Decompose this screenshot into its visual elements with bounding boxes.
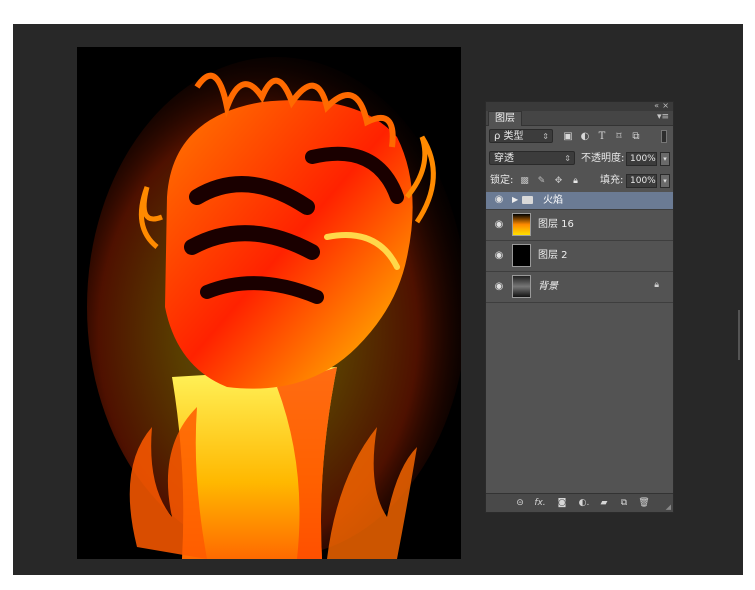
pixel-layer-filter-icon[interactable]: ▣ [562,131,574,143]
layer-thumbnail [512,275,531,298]
shape-layer-filter-icon[interactable]: ⌑ [613,131,625,143]
filter-row: ρ 类型 ⇕ ▣ ◐ T ⌑ ⧉ [486,128,673,146]
dropdown-arrow-icon: ⇕ [542,132,549,141]
tab-layers[interactable]: 图层 [488,111,522,126]
layer-row[interactable]: ◉ 背景 🔒︎ [486,272,673,303]
flaming-fist-artwork [77,47,461,559]
panel-footer: ⊝ fx. ◙ ◐. ▰ ⧉ 🗑︎ ◢ [486,493,673,512]
opacity-label: 不透明度: [581,153,625,164]
fill-slider-arrow[interactable]: ▾ [660,174,670,188]
layer-thumbnail [512,244,531,267]
adjustment-layer-filter-icon[interactable]: ◐ [579,131,591,143]
lock-image-pixels-icon[interactable]: ✎ [536,176,547,187]
lock-label: 锁定: [490,175,514,186]
opacity-slider-arrow[interactable]: ▾ [660,152,670,166]
filter-type-dropdown[interactable]: ρ 类型 ⇕ [489,129,553,143]
opacity-input[interactable]: 100% [626,152,657,166]
fill-label: 填充: [600,175,624,186]
delete-layer-icon[interactable]: 🗑︎ [637,496,651,510]
filter-type-label: ρ 类型 [494,131,524,142]
blend-mode-value: 穿透 [494,153,514,164]
layer-lock-icon: 🔒︎ [654,280,659,290]
visibility-eye-icon[interactable]: ◉ [492,193,506,207]
lock-all-icon[interactable]: 🔒︎ [570,176,581,187]
visibility-eye-icon[interactable]: ◉ [492,249,506,263]
layer-row-group[interactable]: ◉ ▶ 火焰 [486,192,673,210]
lock-transparent-pixels-icon[interactable]: ▩ [519,176,530,187]
new-layer-icon[interactable]: ⧉ [617,496,631,510]
new-group-icon[interactable]: ▰ [597,496,611,510]
layer-thumbnail [512,213,531,236]
close-panel-icon[interactable]: × [662,101,669,110]
resize-grip-icon[interactable]: ◢ [666,503,671,511]
document-canvas[interactable] [77,47,461,559]
layer-row[interactable]: ◉ 图层 2 [486,241,673,272]
add-mask-icon[interactable]: ◙ [555,496,569,510]
type-layer-filter-icon[interactable]: T [596,131,608,143]
dropdown-arrow-icon: ⇕ [564,154,571,163]
layer-name: 图层 16 [538,219,574,230]
add-layer-style-icon[interactable]: fx. [533,496,547,510]
folder-icon [522,196,533,204]
panel-tab-row: 图层 ▾≡ [486,111,673,126]
layer-name: 火焰 [543,195,563,206]
lock-row: 锁定: ▩ ✎ ✥ 🔒︎ 填充: 100% ▾ [486,172,673,190]
adjustment-layer-icon[interactable]: ◐. [577,496,591,510]
layer-name: 背景 [538,281,558,292]
blend-row: 穿透 ⇕ 不透明度: 100% ▾ [486,150,673,168]
expand-triangle-icon[interactable]: ▶ [512,193,518,207]
filter-toggle-switch[interactable] [661,130,667,143]
layers-panel: « × 图层 ▾≡ ρ 类型 ⇕ ▣ ◐ T ⌑ ⧉ 穿透 ⇕ 不透明度: 10… [485,101,674,513]
layer-row[interactable]: ◉ 图层 16 [486,210,673,241]
smart-object-filter-icon[interactable]: ⧉ [630,131,642,143]
visibility-eye-icon[interactable]: ◉ [492,218,506,232]
lock-position-icon[interactable]: ✥ [553,176,564,187]
collapse-panel-icon[interactable]: « [654,101,659,110]
fill-input[interactable]: 100% [626,174,657,188]
link-layers-icon[interactable]: ⊝ [513,496,527,510]
right-edge-divider [738,310,740,360]
blend-mode-dropdown[interactable]: 穿透 ⇕ [489,151,575,165]
layers-list: ◉ ▶ 火焰 ◉ 图层 16 ◉ 图层 2 ◉ 背景 🔒︎ [486,192,673,303]
panel-titlebar: « × [486,101,673,111]
panel-menu-icon[interactable]: ▾≡ [657,112,669,122]
visibility-eye-icon[interactable]: ◉ [492,280,506,294]
layer-name: 图层 2 [538,250,568,261]
